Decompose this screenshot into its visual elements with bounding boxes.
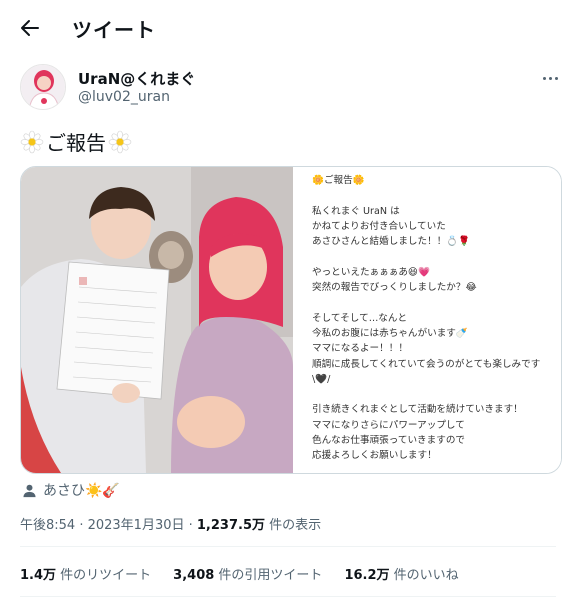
tagged-user-name: あさひ☀️🎸 [43,483,120,499]
person-icon [23,484,36,497]
announcement-line [312,387,561,402]
announcement-card: 🌼ご報告🌼 私くれまぐ UraN は かねてよりお付き合いしていた あさひさんと… [293,167,561,473]
view-count-label: 件の表示 [265,518,322,533]
tweet-media[interactable]: 🌼ご報告🌼 私くれまぐ UraN は かねてよりお付き合いしていた あさひさんと… [20,166,562,474]
tweet-meta: 午後8:54 · 2023年1月30日 · 1,237.5万 件の表示 [20,514,321,533]
announcement-line: \🖤/ [312,373,331,385]
announcement-line: 突然の報告でびっくりしましたか？😂 [312,282,477,294]
sunflower-icon: 🌼 [312,175,324,186]
sunflower-icon: 🌼 [352,175,365,186]
likes-stat[interactable]: 16.2万 件のいいね [344,564,458,583]
tagged-user[interactable]: あさひ☀️🎸 [22,480,120,500]
blossom-icon [108,130,132,153]
dot [548,76,552,80]
more-options-button[interactable] [538,68,562,88]
announcement-line: あさひさんと結婚しました！！💍🌹 [312,236,471,248]
announcement-line: そしてそして…なんと [312,312,408,324]
page-title: ツイート [72,18,156,42]
announcement-line: 順調に成長してくれていて会うのがとても楽しみです [312,358,541,370]
announcement-line: ママになるよー！！！ [312,343,408,355]
like-label: 件のいいね [389,568,459,583]
user-handle[interactable]: @luv02_uran [78,89,170,105]
couple-photo [21,167,293,473]
dot [554,76,558,80]
dot [542,76,546,80]
quotes-stat[interactable]: 3,408 件の引用ツイート [173,564,322,583]
announcement-line: やっといえたぁぁぁあ😆💗 [312,266,430,278]
retweets-stat[interactable]: 1.4万 件のリツイート [20,564,151,583]
tweet-author: UraN@くれまぐ @luv02_uran [20,64,560,112]
blossom-icon [20,130,44,153]
back-button[interactable] [14,12,46,44]
retweet-count: 1.4万 [20,568,57,583]
quote-label: 件の引用ツイート [214,568,323,583]
tweet-header: ツイート [0,0,576,56]
announcement-line: 今私のお腹には赤ちゃんがいます🍼 [312,327,468,339]
announcement-title-row: 🌼ご報告🌼 [312,173,561,188]
divider [20,596,556,597]
like-count: 16.2万 [344,568,390,583]
announcement-line: 私くれまぐ UraN は [312,205,400,217]
announcement-line: 色んなお仕事頑張っていきますので [312,435,466,447]
tweet-text: ご報告 [20,127,132,156]
divider [20,546,556,547]
announcement-line [312,249,561,264]
announcement-line: ママになりさらにパワーアップして [312,419,465,431]
announcement-line [312,295,561,310]
retweet-label: 件のリツイート [56,568,152,583]
announcement-title: ご報告 [323,175,353,186]
announcement-line: 応援よろしくお願いします！ [312,450,437,462]
arrow-left-icon [21,20,39,36]
view-count: 1,237.5万 [196,518,265,533]
quote-count: 3,408 [173,568,215,583]
announcement-line: かねてよりお付き合いしていた [312,220,446,232]
announcement-line: 引き続きくれまぐとして活動を続けていきます！ [312,404,523,416]
tweet-timestamp[interactable]: 午後8:54 · 2023年1月30日 · [20,518,197,533]
display-name[interactable]: UraN@くれまぐ [78,68,195,89]
avatar[interactable] [20,64,66,110]
tweet-text-body: ご報告 [46,131,106,155]
tweet-stats: 1.4万 件のリツイート 3,408 件の引用ツイート 16.2万 件のいいね [20,564,459,583]
